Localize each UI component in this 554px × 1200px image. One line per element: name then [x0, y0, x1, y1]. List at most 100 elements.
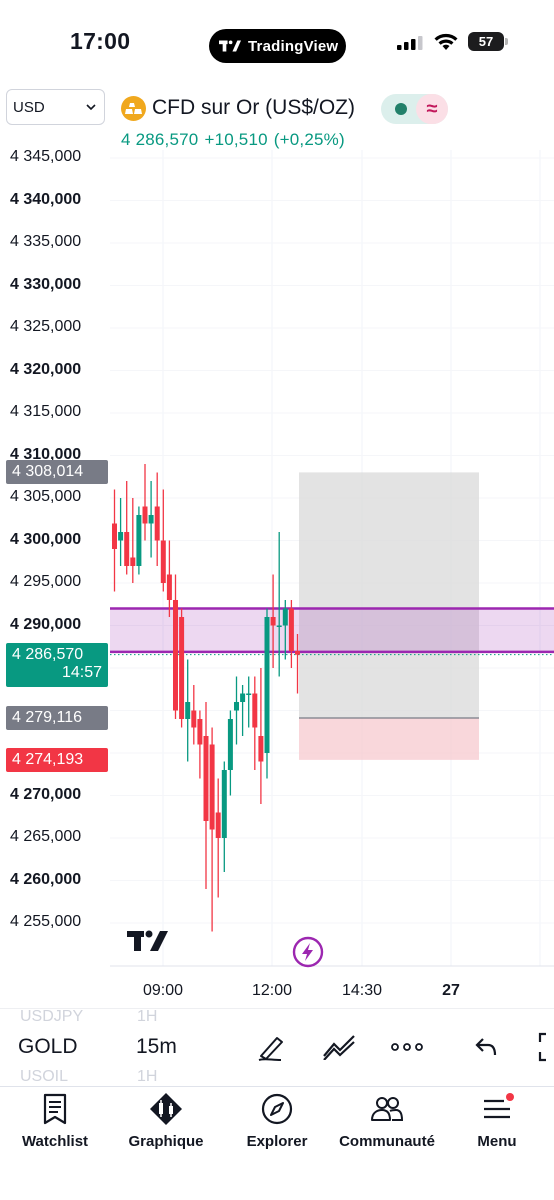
tab-label: Explorer — [246, 1133, 308, 1150]
candle-body — [173, 600, 178, 711]
badge-price: 4 274,193 — [12, 750, 84, 768]
notification-dot — [506, 1093, 514, 1101]
candle-body — [130, 557, 136, 566]
candle-body — [191, 710, 197, 728]
badge-countdown: 14:57 — [61, 663, 102, 681]
candle-body — [154, 506, 160, 541]
tradingview-watermark-icon — [127, 930, 168, 951]
candle-body — [142, 506, 148, 524]
candle-body — [166, 574, 172, 600]
candle-body — [246, 693, 252, 695]
wifi-icon — [434, 33, 458, 50]
badge-price: 4 308,014 — [12, 463, 84, 481]
interval-selector[interactable]: 15m — [136, 1035, 177, 1059]
candle-body — [234, 702, 239, 711]
time-axis-label: 12:00 — [251, 982, 293, 999]
undo-icon[interactable] — [469, 1030, 503, 1064]
symbol-header[interactable]: CFD sur Or (US$/OZ) — [121, 92, 355, 124]
prev-symbol[interactable]: USDJPY — [20, 1008, 83, 1026]
time-axis-label: 27 — [442, 982, 460, 999]
candle-body — [148, 515, 154, 524]
watchlist-icon — [43, 1093, 67, 1125]
battery-level: 57 — [468, 32, 504, 51]
candle-body — [240, 693, 246, 702]
candle-body — [185, 702, 191, 719]
candle-body — [282, 608, 288, 626]
tab-label: Menu — [477, 1133, 517, 1150]
candle-body — [276, 625, 282, 627]
app-name: TradingView — [248, 37, 339, 55]
tab-explorer[interactable]: Explorer — [217, 1090, 337, 1150]
candle-body — [112, 523, 117, 549]
price-axis-label: 4 320,000 — [10, 360, 82, 378]
price-summary: 4 286,570 +10,510 (+0,25%) — [121, 130, 351, 150]
candle-body — [295, 651, 300, 655]
draw-pen-icon[interactable] — [255, 1030, 289, 1064]
tab-watchlist[interactable]: Watchlist — [0, 1090, 115, 1150]
candle-body — [270, 617, 276, 626]
price-axis-label: 4 270,000 — [10, 785, 82, 803]
candle-body — [118, 532, 124, 541]
price-axis-badge: 4 279,116 — [6, 706, 108, 730]
candle-body — [264, 617, 270, 753]
price-axis-label: 4 345,000 — [10, 148, 82, 165]
candle-body — [215, 812, 221, 838]
market-status-badge[interactable]: ≈ — [381, 94, 448, 124]
replay-lightning-icon[interactable] — [292, 936, 324, 968]
gold-bars-icon — [121, 95, 146, 121]
candle-body — [258, 736, 264, 762]
price-axis-label: 4 335,000 — [10, 233, 82, 250]
candle-body — [227, 719, 233, 770]
clock: 17:00 — [70, 28, 131, 54]
delayed-data-icon: ≈ — [416, 94, 448, 124]
currency-select[interactable]: USD — [6, 89, 105, 125]
indicators-icon[interactable] — [322, 1030, 356, 1064]
time-axis-label: 09:00 — [142, 982, 184, 999]
price-axis-label: 4 295,000 — [10, 573, 82, 590]
price-axis-label: 4 325,000 — [10, 318, 82, 335]
price-axis-label: 4 255,000 — [10, 913, 82, 930]
menu-icon — [484, 1093, 514, 1119]
chart-icon — [150, 1093, 182, 1125]
candle-body — [203, 736, 209, 821]
status-bar: 17:00 TradingView 57 — [0, 0, 554, 80]
next-interval[interactable]: 1H — [137, 1068, 157, 1086]
candle-body — [136, 515, 142, 566]
price-axis-label: 4 290,000 — [10, 615, 82, 633]
candle-body — [252, 693, 258, 728]
compass-icon — [261, 1093, 293, 1125]
candle-body — [160, 540, 166, 583]
app-indicator-pill[interactable]: TradingView — [209, 29, 346, 63]
candle-body — [209, 744, 215, 830]
battery-indicator: 57 — [468, 32, 508, 51]
price-change: +10,510 — [204, 130, 268, 149]
battery-tip — [505, 38, 508, 45]
more-dots-icon[interactable] — [390, 1030, 424, 1064]
price-axis-label: 4 265,000 — [10, 828, 82, 845]
position-stop-zone — [299, 718, 479, 760]
symbol-title: CFD sur Or (US$/OZ) — [152, 96, 355, 119]
symbol-selector[interactable]: GOLD — [18, 1035, 78, 1059]
price-axis-label: 4 340,000 — [10, 190, 82, 208]
tab-label: Watchlist — [21, 1133, 89, 1150]
prev-interval[interactable]: 1H — [137, 1008, 157, 1026]
fullscreen-icon[interactable] — [534, 1030, 554, 1064]
tab-communaute[interactable]: Communauté — [327, 1090, 447, 1150]
candle-body — [179, 617, 185, 719]
currency-value: USD — [13, 98, 45, 116]
next-symbol[interactable]: USOIL — [20, 1068, 68, 1086]
tab-menu[interactable]: Menu — [437, 1090, 554, 1150]
price-chart[interactable] — [0, 150, 554, 980]
candle-body — [221, 770, 227, 838]
badge-price: 4 286,570 — [12, 645, 84, 663]
cellular-signal-icon — [397, 36, 423, 50]
last-price: 4 286,570 — [121, 130, 199, 149]
price-axis-label: 4 300,000 — [10, 530, 82, 548]
price-axis-badge: 4 286,570 14:57 — [6, 642, 108, 687]
price-axis-label: 4 305,000 — [10, 488, 82, 505]
badge-price: 4 279,116 — [12, 709, 82, 726]
candle-body — [197, 719, 203, 745]
tab-graphique[interactable]: Graphique — [106, 1090, 226, 1150]
position-target-zone — [299, 472, 479, 719]
community-icon — [371, 1097, 404, 1121]
